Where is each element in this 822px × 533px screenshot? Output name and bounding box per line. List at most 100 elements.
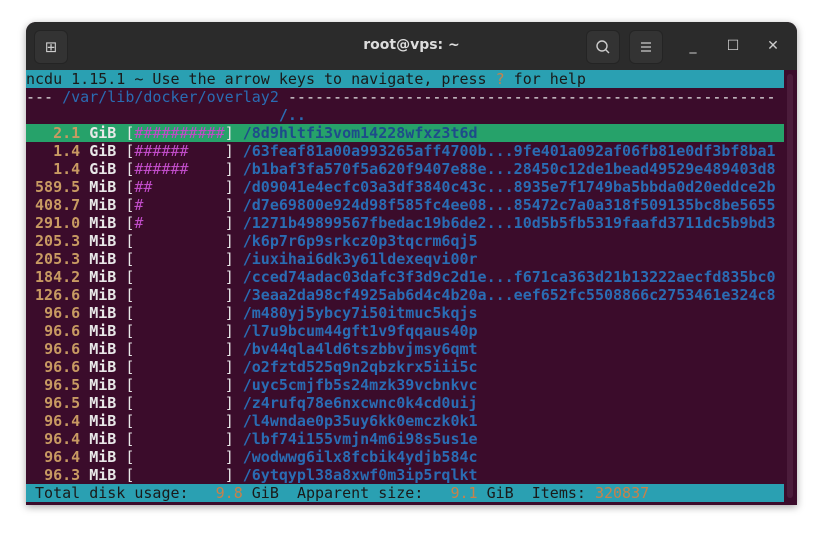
pad <box>26 322 44 340</box>
menu-button[interactable] <box>629 30 663 64</box>
sep <box>80 178 89 196</box>
file-row[interactable]: 96.6 MiB [ ] /bv44qla4ld6tszbbvjmsy6qmt <box>26 340 784 358</box>
file-row[interactable]: 205.3 MiB [ ] /k6p7r6p9srkcz0p3tqcrm6qj5 <box>26 232 784 250</box>
size-value: 205.3 <box>35 232 81 250</box>
file-row[interactable]: 96.6 MiB [ ] /o2fztd525q9n2qbzkrx5iii5c <box>26 358 784 376</box>
size-value: 96.6 <box>44 358 81 376</box>
file-list: 2.1 GiB [##########] /8d9hltfi3vom14228w… <box>26 124 784 484</box>
bar-pad <box>134 466 224 484</box>
size-unit: MiB <box>89 214 117 232</box>
sep <box>80 358 89 376</box>
pad <box>26 160 53 178</box>
bar-open-bracket: [ <box>116 196 135 214</box>
sep <box>80 376 89 394</box>
file-row[interactable]: 589.5 MiB [## ] /d09041e4ecfc03a3df3840c… <box>26 178 784 196</box>
bar-close-bracket: ] <box>224 322 243 340</box>
size-unit: MiB <box>89 268 117 286</box>
sep <box>80 412 89 430</box>
path-dashes: --- <box>26 88 63 106</box>
file-row[interactable]: 408.7 MiB [# ] /d7e69800e924d98f585fc4ee… <box>26 196 784 214</box>
size-unit: GiB <box>89 160 117 178</box>
pad <box>26 124 53 142</box>
bar-close-bracket: ] <box>224 250 243 268</box>
path-dashes-end: ----------------------------------------… <box>278 88 776 106</box>
file-row[interactable]: 184.2 MiB [ ] /cced74adac03dafc3f3d9c2d1… <box>26 268 784 286</box>
file-row[interactable]: 96.6 MiB [ ] /m480yj5ybcy7i50itmuc5kqjs <box>26 304 784 322</box>
bar-pad <box>134 322 224 340</box>
total-unit: GiB <box>242 484 297 502</box>
parent-dir-row[interactable]: /.. <box>26 106 784 124</box>
size-unit: MiB <box>89 376 117 394</box>
pad <box>26 142 53 160</box>
usage-bar: ###### <box>134 160 189 178</box>
sep <box>80 340 89 358</box>
bar-open-bracket: [ <box>116 250 135 268</box>
bar-pad <box>134 286 224 304</box>
bar-close-bracket: ] <box>224 160 243 178</box>
ncdu-screen[interactable]: ncdu 1.15.1 ~ Use the arrow keys to navi… <box>26 70 784 502</box>
entry-name: /b1baf3fa570f5a620f9407e88e...28450c12de… <box>242 160 776 178</box>
size-unit: MiB <box>89 304 117 322</box>
size-unit: GiB <box>89 124 117 142</box>
file-row[interactable]: 96.6 MiB [ ] /l7u9bcum44gft1v9fqqaus40p <box>26 322 784 340</box>
hamburger-menu-icon <box>641 42 651 52</box>
file-row[interactable]: 126.6 MiB [ ] /3eaa2da98cf4925ab6d4c4b20… <box>26 286 784 304</box>
bar-pad <box>189 160 225 178</box>
entry-name: /m480yj5ybcy7i50itmuc5kqjs <box>242 304 478 322</box>
entry-name: /uyc5cmjfb5s24mzk39vcbnkvc <box>242 376 478 394</box>
file-row[interactable]: 96.5 MiB [ ] /z4rufq78e6nxcwnc0k4cd0uij <box>26 394 784 412</box>
sep <box>80 322 89 340</box>
pad <box>26 430 44 448</box>
bar-close-bracket: ] <box>224 196 243 214</box>
file-row[interactable]: 2.1 GiB [##########] /8d9hltfi3vom14228w… <box>26 124 784 142</box>
size-value: 96.5 <box>44 394 81 412</box>
file-row[interactable]: 96.5 MiB [ ] /uyc5cmjfb5s24mzk39vcbnkvc <box>26 376 784 394</box>
file-row[interactable]: 1.4 GiB [###### ] /63feaf81a00a993265aff… <box>26 142 784 160</box>
entry-name: /lbf74i155vmjn4m6i98s5us1e <box>242 430 478 448</box>
bar-pad <box>134 376 224 394</box>
maximize-button[interactable]: ☐ <box>723 36 743 56</box>
apparent-value: 9.1 <box>450 484 478 502</box>
pad <box>26 448 44 466</box>
file-row[interactable]: 96.4 MiB [ ] /l4wndae0p35uy6kk0emczk0k1 <box>26 412 784 430</box>
bar-pad <box>134 268 224 286</box>
bar-close-bracket: ] <box>224 448 243 466</box>
file-row[interactable]: 96.4 MiB [ ] /lbf74i155vmjn4m6i98s5us1e <box>26 430 784 448</box>
bar-open-bracket: [ <box>116 394 135 412</box>
pad <box>26 412 44 430</box>
file-row[interactable]: 205.3 MiB [ ] /iuxihai6dk3y61ldexeqvi00r <box>26 250 784 268</box>
entry-name: /3eaa2da98cf4925ab6d4c4b20a...eef652fc55… <box>242 286 776 304</box>
file-row[interactable]: 291.0 MiB [# ] /1271b49899567fbedac19b6d… <box>26 214 784 232</box>
items-label: Items: <box>531 484 595 502</box>
sep <box>80 124 89 142</box>
file-row[interactable]: 1.4 GiB [###### ] /b1baf3fa570f5a620f940… <box>26 160 784 178</box>
bar-open-bracket: [ <box>116 304 135 322</box>
bar-open-bracket: [ <box>116 268 135 286</box>
file-row[interactable]: 96.3 MiB [ ] /6ytqypl38a8xwf0m3ip5rqlkt <box>26 466 784 484</box>
size-value: 96.4 <box>44 430 81 448</box>
bar-open-bracket: [ <box>116 412 135 430</box>
sep <box>80 466 89 484</box>
pad <box>26 268 35 286</box>
size-value: 408.7 <box>35 196 81 214</box>
minimize-button[interactable]: _ <box>683 36 703 56</box>
sep <box>80 160 89 178</box>
bar-pad <box>143 214 224 232</box>
file-row[interactable]: 96.4 MiB [ ] /wodwwg6ilx8fcbik4ydjb584c <box>26 448 784 466</box>
entry-name: /k6p7r6p9srkcz0p3tqcrm6qj5 <box>242 232 478 250</box>
size-value: 205.3 <box>35 250 81 268</box>
size-value: 96.3 <box>44 466 81 484</box>
total-value: 9.8 <box>215 484 243 502</box>
size-unit: MiB <box>89 322 117 340</box>
scrollbar[interactable] <box>787 74 793 498</box>
search-button[interactable] <box>586 30 620 64</box>
apparent-label: Apparent size: <box>296 484 451 502</box>
pad <box>26 358 44 376</box>
bar-pad <box>143 196 224 214</box>
close-button[interactable]: ✕ <box>763 36 783 56</box>
size-value: 96.6 <box>44 322 81 340</box>
usage-bar: ## <box>134 178 153 196</box>
bar-open-bracket: [ <box>116 214 135 232</box>
bar-close-bracket: ] <box>224 412 243 430</box>
bar-open-bracket: [ <box>116 322 135 340</box>
